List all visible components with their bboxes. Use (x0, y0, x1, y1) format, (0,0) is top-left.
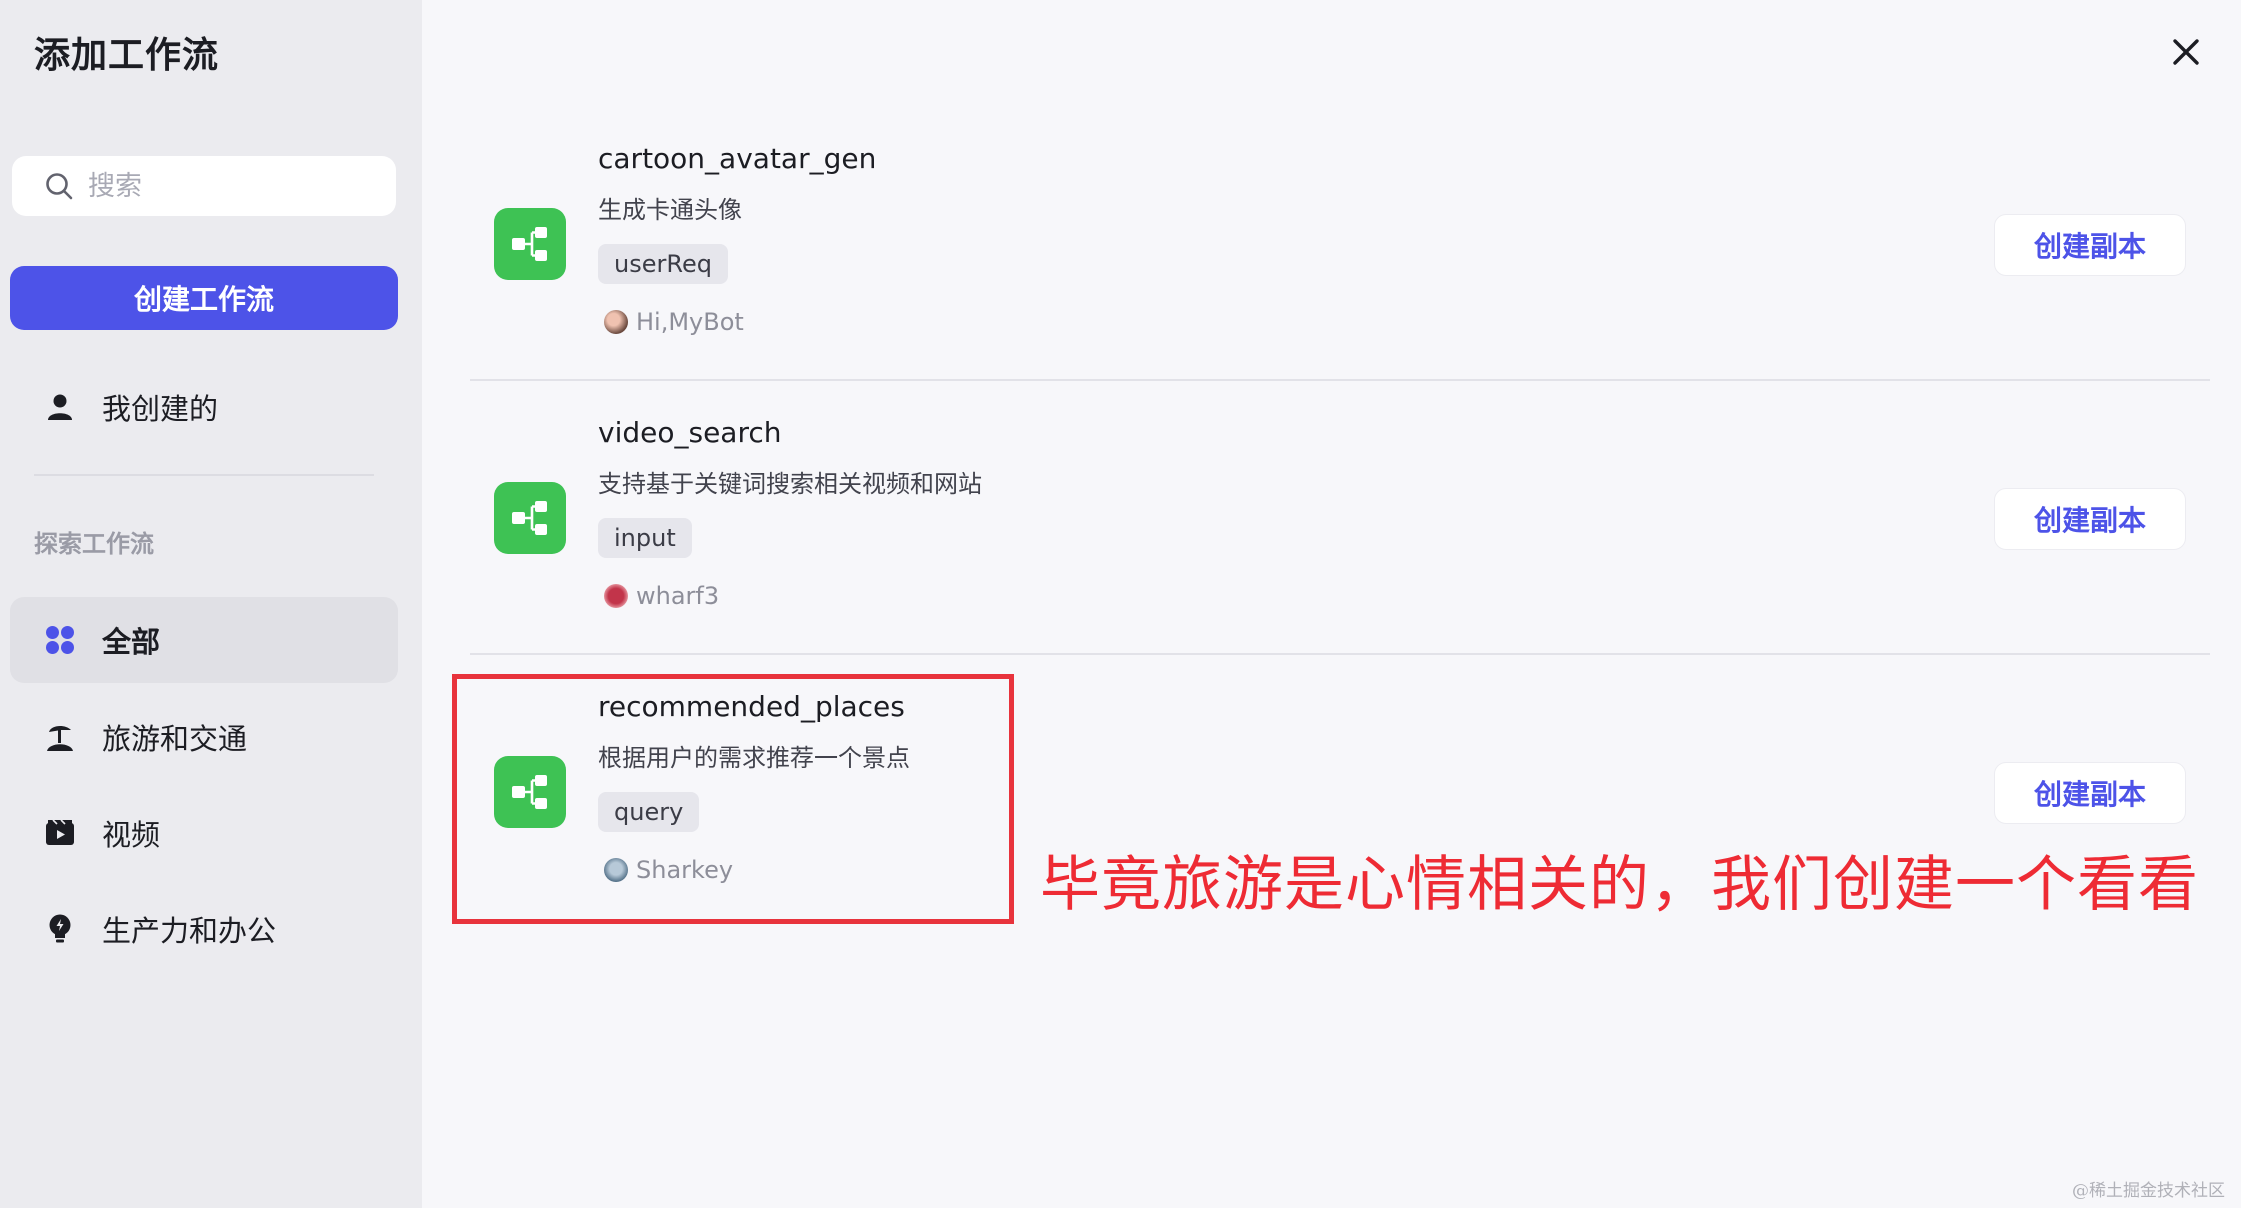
page-title: 添加工作流 (34, 35, 220, 76)
avatar (604, 310, 628, 334)
sidebar-item-my-created[interactable]: 我创建的 (10, 364, 398, 450)
workflow-name: video_search (598, 416, 782, 449)
sidebar-item-label: 我创建的 (102, 392, 219, 426)
highlight-box (452, 674, 1014, 924)
annotation-text: 毕竟旅游是心情相关的，我们创建一个看看 (1040, 850, 2199, 920)
sidebar-item-travel[interactable]: 旅游和交通 (10, 694, 398, 780)
grid-icon (44, 624, 76, 656)
workflow-description: 支持基于关键词搜索相关视频和网站 (598, 470, 982, 498)
card-divider (470, 653, 2210, 655)
video-icon (44, 817, 76, 849)
author-name: Hi,MyBot (636, 308, 744, 336)
sidebar-item-video[interactable]: 视频 (10, 790, 398, 876)
sidebar-item-label: 视频 (102, 818, 161, 852)
workflow-description: 生成卡通头像 (598, 196, 742, 224)
workflow-author: Hi,MyBot (604, 308, 744, 336)
create-copy-button[interactable]: 创建副本 (1994, 762, 2186, 824)
workflow-param-tag: userReq (598, 244, 728, 284)
user-icon (44, 391, 76, 423)
explore-section-label: 探索工作流 (34, 530, 154, 558)
create-workflow-button[interactable]: 创建工作流 (10, 266, 398, 330)
avatar (604, 584, 628, 608)
search-input[interactable] (88, 170, 368, 202)
workflow-icon (494, 208, 566, 280)
create-copy-button[interactable]: 创建副本 (1994, 214, 2186, 276)
search-box[interactable] (12, 156, 396, 216)
sidebar-item-label: 旅游和交通 (102, 722, 248, 756)
sidebar-item-all[interactable]: 全部 (10, 597, 398, 683)
sidebar: 添加工作流 创建工作流 我创建的 探索工作流 全部 (0, 0, 422, 1208)
workflow-name: cartoon_avatar_gen (598, 142, 877, 175)
close-button[interactable] (2164, 30, 2208, 74)
workflow-card[interactable]: cartoon_avatar_gen 生成卡通头像 userReq Hi,MyB… (470, 142, 2210, 416)
sidebar-item-label: 生产力和办公 (102, 914, 277, 948)
workflow-param-tag: input (598, 518, 692, 558)
create-copy-button[interactable]: 创建副本 (1994, 488, 2186, 550)
card-divider (470, 379, 2210, 381)
author-name: wharf3 (636, 582, 720, 610)
watermark: @稀土掘金技术社区 (2072, 1181, 2225, 1201)
close-icon (2173, 39, 2199, 65)
sidebar-item-label: 全部 (102, 625, 161, 659)
lightbulb-icon (44, 913, 76, 945)
beach-icon (44, 721, 76, 753)
workflow-card[interactable]: video_search 支持基于关键词搜索相关视频和网站 input whar… (470, 416, 2210, 690)
sidebar-divider (34, 474, 374, 476)
search-icon (46, 173, 73, 200)
workflow-author: wharf3 (604, 582, 719, 610)
sidebar-item-productivity[interactable]: 生产力和办公 (10, 886, 398, 972)
workflow-icon (494, 482, 566, 554)
